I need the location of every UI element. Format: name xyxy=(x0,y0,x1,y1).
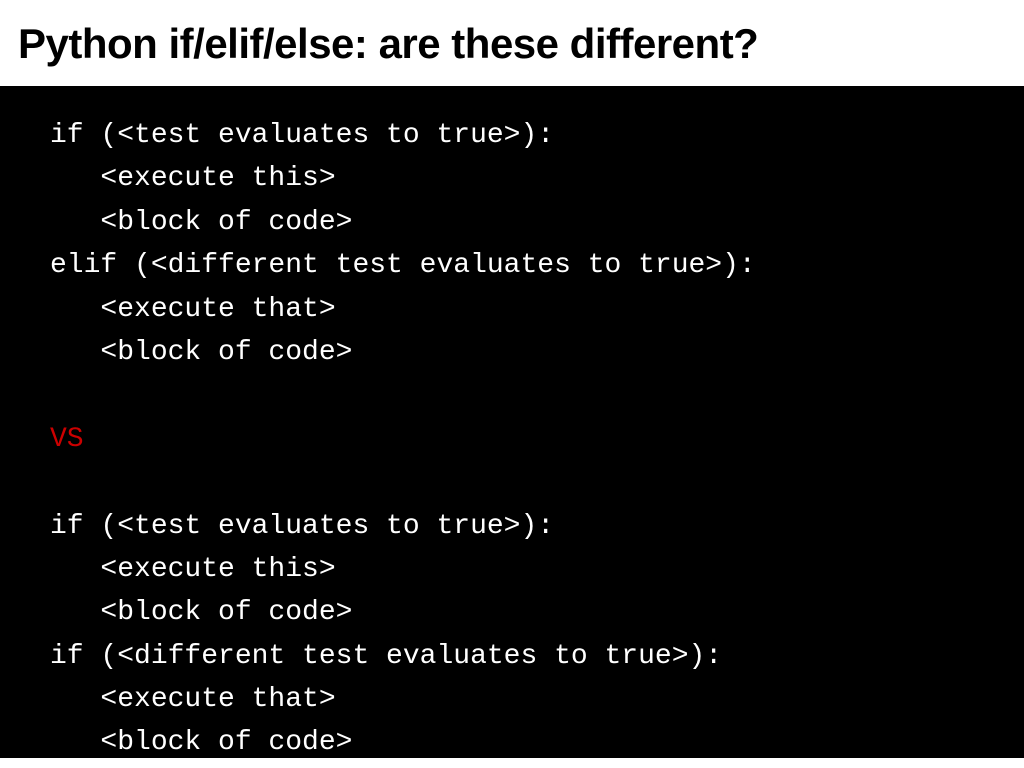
code-line-block: <block of code> xyxy=(50,201,974,244)
code-panel: if (<test evaluates to true>): <execute … xyxy=(0,86,1024,758)
code-line-block: <block of code> xyxy=(50,331,974,374)
code-line-if: if (<test evaluates to true>): xyxy=(50,505,974,548)
vs-separator: VS xyxy=(50,418,974,461)
code-line-execute: <execute that> xyxy=(50,678,974,721)
blank-line xyxy=(50,461,974,504)
slide-title: Python if/elif/else: are these different… xyxy=(18,20,1006,68)
code-line-elif: elif (<different test evaluates to true>… xyxy=(50,244,974,287)
code-line-if: if (<different test evaluates to true>): xyxy=(50,635,974,678)
blank-line xyxy=(50,374,974,417)
code-line-execute: <execute this> xyxy=(50,157,974,200)
code-line-execute: <execute that> xyxy=(50,288,974,331)
code-line-if: if (<test evaluates to true>): xyxy=(50,114,974,157)
code-line-block: <block of code> xyxy=(50,591,974,634)
slide-header: Python if/elif/else: are these different… xyxy=(0,0,1024,86)
code-line-block: <block of code> xyxy=(50,721,974,764)
code-line-execute: <execute this> xyxy=(50,548,974,591)
